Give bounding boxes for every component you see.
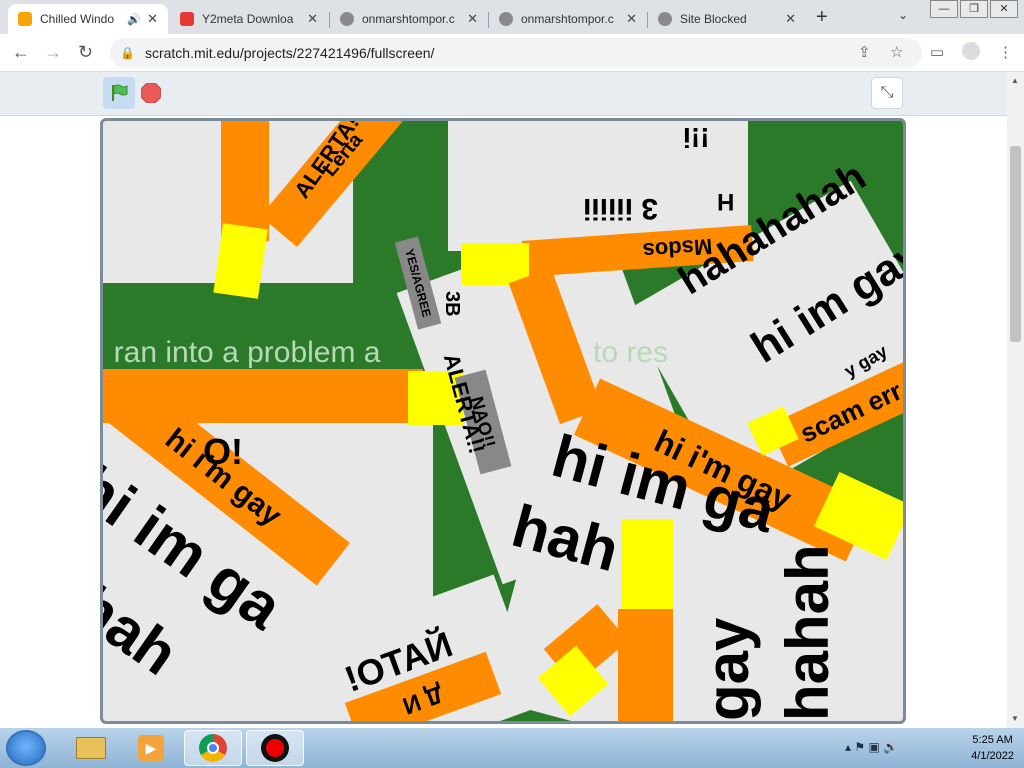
taskbar-recorder[interactable] bbox=[246, 730, 304, 766]
forward-button[interactable]: → bbox=[44, 42, 62, 63]
tab-close-icon[interactable]: ✕ bbox=[785, 11, 796, 27]
system-tray-icons[interactable]: ▴ ⚑ ▣ 🔊 bbox=[845, 740, 898, 754]
browser-toolbar: ← → ↻ 🔒 scratch.mit.edu/projects/2274214… bbox=[0, 34, 1024, 72]
stage-text: H bbox=[717, 188, 735, 215]
exit-fullscreen-button[interactable]: ⤡ bbox=[871, 77, 903, 109]
tab-label: Chilled Windo bbox=[40, 12, 115, 26]
stage-text: O! bbox=[203, 431, 243, 472]
close-window-button[interactable]: ✕ bbox=[990, 0, 1018, 18]
new-tab-button[interactable]: + bbox=[816, 6, 828, 29]
tab-close-icon[interactable]: ✕ bbox=[307, 11, 318, 27]
taskbar-explorer[interactable] bbox=[62, 730, 120, 766]
stage-text: 3B bbox=[441, 291, 463, 317]
tab-onmarshtompor-1[interactable]: onmarshtompor.c ✕ bbox=[330, 4, 488, 34]
tab-label: Y2meta Downloa bbox=[202, 12, 294, 26]
stage-text: hahah bbox=[774, 544, 841, 721]
globe-icon bbox=[658, 12, 672, 26]
page-scrollbar[interactable]: ▲ ▼ bbox=[1007, 72, 1024, 728]
tab-close-icon[interactable]: ✕ bbox=[467, 11, 478, 27]
media-player-icon: ▶ bbox=[138, 735, 164, 761]
lock-icon[interactable]: 🔒 bbox=[120, 46, 135, 60]
scroll-up-icon[interactable]: ▲ bbox=[1011, 76, 1019, 85]
error-message-text: to res bbox=[593, 336, 669, 369]
start-button[interactable] bbox=[6, 730, 46, 766]
scratch-favicon-icon bbox=[18, 12, 32, 26]
stage-text: gay bbox=[694, 617, 761, 721]
reload-button[interactable]: ↻ bbox=[78, 42, 93, 63]
clock-date: 4/1/2022 bbox=[971, 750, 1014, 762]
stage-text: !!i bbox=[683, 122, 710, 153]
globe-icon bbox=[499, 12, 513, 26]
yellow-block bbox=[621, 519, 673, 611]
bar-text: Д И bbox=[399, 679, 448, 719]
tab-close-icon[interactable]: ✕ bbox=[147, 11, 158, 27]
globe-icon bbox=[340, 12, 354, 26]
yellow-block bbox=[213, 223, 268, 299]
scratch-stage[interactable]: I ran into a problem a to res hi i'm gay… bbox=[100, 118, 906, 724]
tab-close-icon[interactable]: ✕ bbox=[626, 11, 637, 27]
tab-label: Site Blocked bbox=[680, 12, 747, 26]
download-favicon-icon bbox=[180, 12, 194, 26]
folder-icon bbox=[76, 737, 106, 759]
green-flag-button[interactable] bbox=[103, 77, 135, 109]
bookmark-star-icon[interactable]: ☆ bbox=[890, 43, 903, 61]
clock-time: 5:25 AM bbox=[972, 734, 1013, 746]
tab-strip: Chilled Windo 🔊 ✕ Y2meta Downloa ✕ onmar… bbox=[0, 0, 1024, 34]
orange-bar bbox=[618, 609, 673, 721]
audio-playing-icon[interactable]: 🔊 bbox=[127, 13, 141, 26]
tab-onmarshtompor-2[interactable]: onmarshtompor.c ✕ bbox=[489, 4, 647, 34]
stop-icon bbox=[140, 82, 162, 104]
back-button[interactable]: ← bbox=[12, 42, 30, 63]
tab-site-blocked[interactable]: Site Blocked ✕ bbox=[648, 4, 806, 34]
tab-label: onmarshtompor.c bbox=[521, 12, 614, 26]
green-flag-icon bbox=[112, 84, 128, 101]
minimize-button[interactable]: — bbox=[930, 0, 958, 18]
chrome-icon bbox=[199, 734, 227, 762]
restore-button[interactable]: ❐ bbox=[960, 0, 988, 18]
chrome-menu-icon[interactable]: ⋮ bbox=[998, 43, 1013, 61]
share-icon[interactable]: ⇪ bbox=[858, 43, 871, 61]
system-clock[interactable]: 5:25 AM 4/1/2022 bbox=[971, 732, 1014, 764]
tab-label: onmarshtompor.c bbox=[362, 12, 455, 26]
stop-button[interactable] bbox=[140, 82, 162, 104]
profile-avatar-icon[interactable] bbox=[962, 42, 980, 60]
tab-y2meta[interactable]: Y2meta Downloa ✕ bbox=[170, 4, 328, 34]
address-bar[interactable]: 🔒 scratch.mit.edu/projects/227421496/ful… bbox=[110, 38, 922, 68]
stage-text: 3 iiiiii bbox=[583, 192, 659, 225]
tab-search-button[interactable]: ⌄ bbox=[898, 8, 908, 22]
tab-chilled-windows[interactable]: Chilled Windo 🔊 ✕ bbox=[8, 4, 168, 34]
scrollbar-thumb[interactable] bbox=[1010, 146, 1021, 342]
url-text: scratch.mit.edu/projects/227421496/fulls… bbox=[144, 45, 435, 61]
taskbar-media-player[interactable]: ▶ bbox=[122, 730, 180, 766]
record-icon bbox=[261, 734, 289, 762]
side-panel-icon[interactable]: ▭ bbox=[930, 43, 944, 61]
taskbar-chrome[interactable] bbox=[184, 730, 242, 766]
window-controls: — ❐ ✕ bbox=[928, 0, 1018, 18]
scroll-down-icon[interactable]: ▼ bbox=[1011, 714, 1019, 723]
error-message-text: I ran into a problem a bbox=[100, 336, 381, 369]
